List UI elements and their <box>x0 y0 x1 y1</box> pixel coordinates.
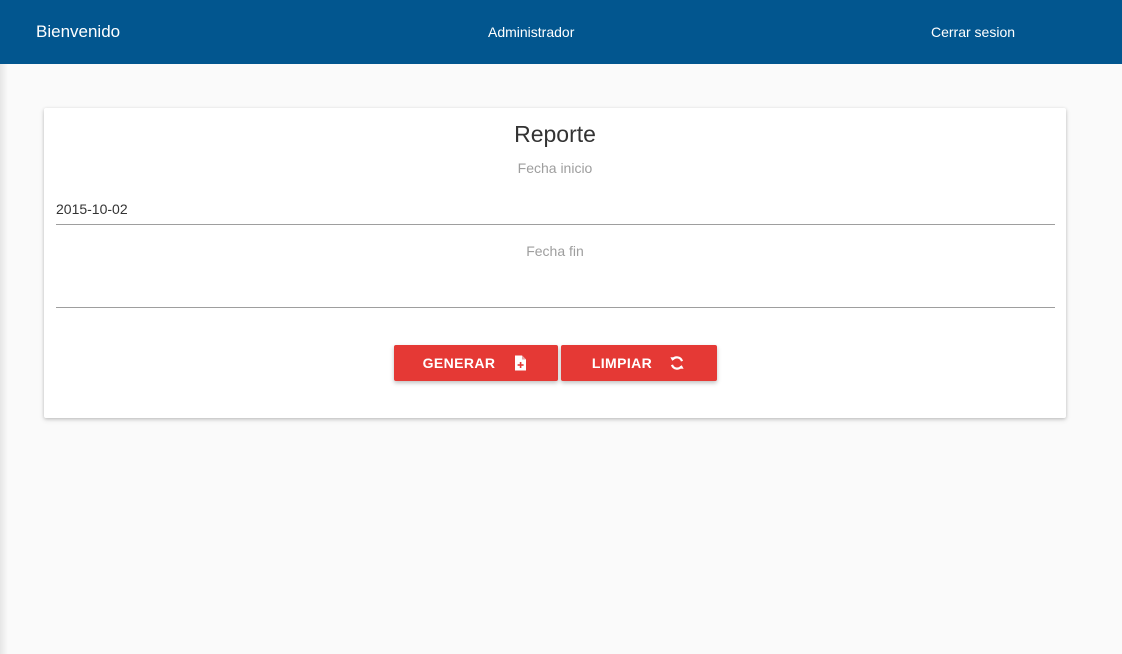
file-plus-icon <box>511 354 529 372</box>
nav-brand[interactable]: Bienvenido <box>36 21 120 43</box>
clear-button[interactable]: LIMPIAR <box>561 345 717 381</box>
start-date-label: Fecha inicio <box>517 160 593 176</box>
top-navbar: Bienvenido Administrador Cerrar sesion <box>0 0 1122 64</box>
end-date-input[interactable] <box>56 277 1055 308</box>
clear-button-label: LIMPIAR <box>591 355 653 371</box>
refresh-icon <box>668 354 686 372</box>
end-date-label: Fecha fin <box>526 243 584 259</box>
generate-button-label: GENERAR <box>422 355 496 371</box>
nav-user-name[interactable]: Administrador <box>488 23 574 41</box>
generate-button[interactable]: GENERAR <box>394 345 558 381</box>
start-date-input[interactable] <box>56 194 1055 225</box>
page-edge-shadow <box>0 64 8 654</box>
report-title: Reporte <box>514 121 596 147</box>
logout-link[interactable]: Cerrar sesion <box>931 23 1015 41</box>
report-card: Reporte Fecha inicio Fecha fin GENERAR L… <box>44 108 1066 418</box>
